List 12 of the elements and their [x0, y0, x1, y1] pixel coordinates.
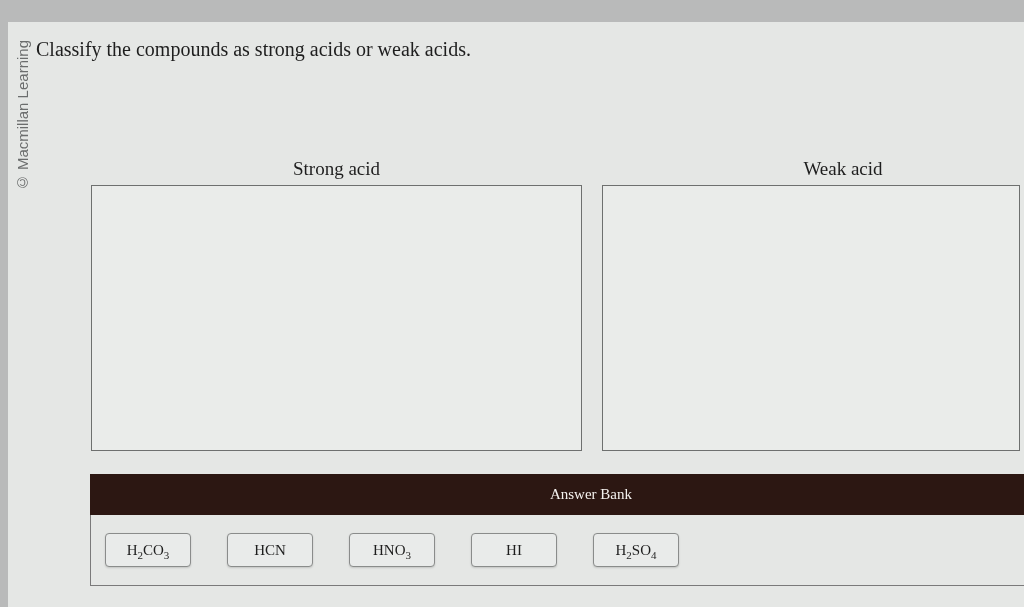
answer-tile[interactable]: H$_{2}$CO$_{3}$ [105, 533, 191, 567]
drop-zone[interactable] [602, 185, 1020, 451]
category-label: Weak acid [803, 157, 883, 181]
answer-tile[interactable]: H$_{2}$SO$_{4}$ [593, 533, 679, 567]
drop-zone[interactable] [91, 185, 582, 451]
answer-bank-header: Answer Bank [90, 474, 1024, 515]
copyright-notice: © Macmillan Learning [13, 40, 31, 192]
answer-tile[interactable]: HNO$_{3}$ [349, 533, 435, 567]
answer-tile[interactable]: HCN [227, 533, 313, 567]
answer-tile[interactable]: HI [471, 533, 557, 567]
category-label: Strong acid [292, 157, 381, 181]
question-text: Classify the compounds as strong acids or weak acids. [36, 37, 472, 61]
